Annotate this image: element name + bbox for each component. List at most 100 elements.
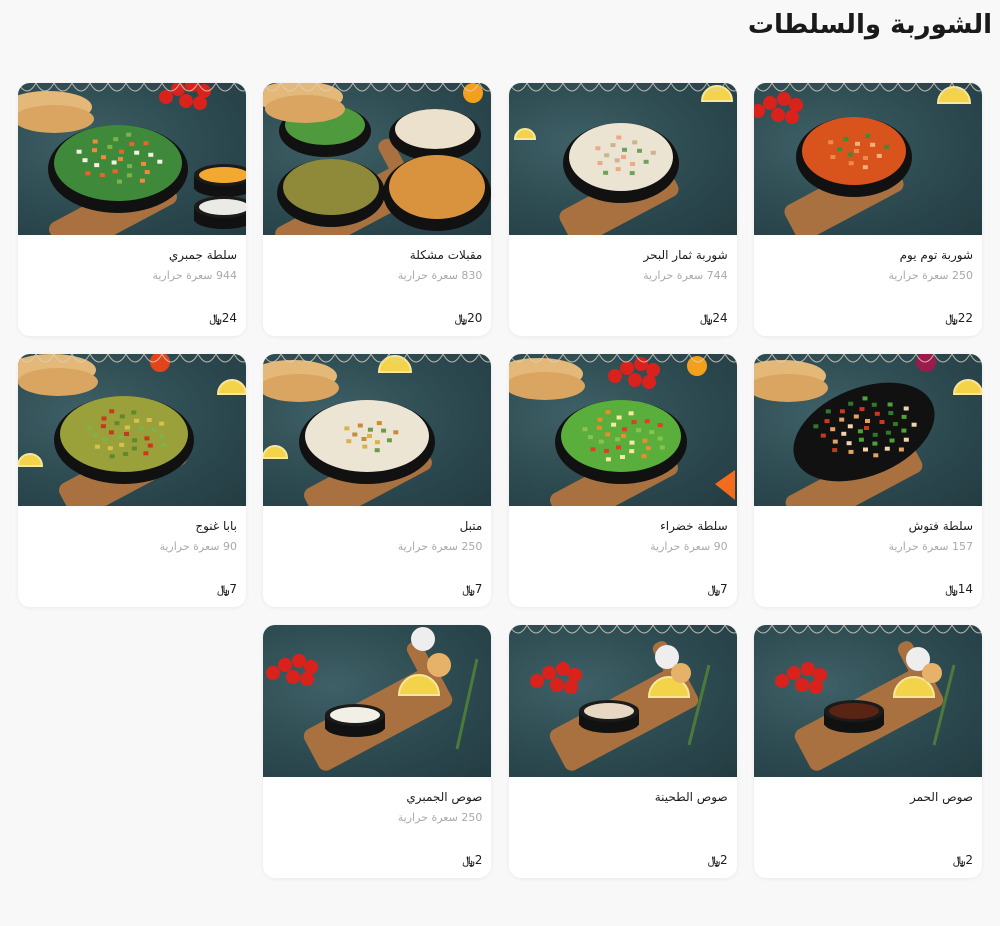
item-name: صوص الحمر (909, 790, 973, 804)
item-calories: 90 سعرة حرارية (27, 540, 237, 554)
mutabal-dish-icon (263, 354, 492, 506)
riyal-currency-icon: ﷼ (462, 583, 475, 596)
price-value: 24 (221, 311, 238, 325)
item-calories: 250 سعرة حرارية (272, 540, 483, 554)
menu-item-card[interactable]: صوص الحمر 2﷼ (754, 625, 982, 878)
dish-photo (754, 354, 982, 506)
dish-photo (754, 83, 982, 235)
price-value: 7 (720, 582, 728, 596)
riyal-currency-icon: ﷼ (953, 854, 966, 867)
mixed-appetizers-dish-icon (263, 83, 492, 235)
price-value: 2 (720, 853, 728, 867)
price-value: 2 (965, 853, 973, 867)
calories-value: 90 (223, 540, 238, 553)
item-price: 7﷼ (459, 582, 483, 597)
calories-unit: سعرة حرارية (888, 540, 949, 553)
item-price: 7﷼ (213, 582, 237, 597)
menu-item-card[interactable]: مقبلات مشكلة 830 سعرة حرارية 20﷼ (263, 83, 492, 336)
menu-item-card[interactable]: سلطة جمبري 944 سعرة حرارية 24﷼ (18, 83, 247, 336)
menu-item-card[interactable]: متبل 250 سعرة حرارية 7﷼ (263, 354, 492, 607)
calories-value: 830 (461, 269, 483, 282)
calories-value: 90 (713, 540, 728, 553)
calories-unit: سعرة حرارية (397, 811, 458, 824)
item-price: 20﷼ (451, 311, 482, 326)
calories-value: 744 (706, 269, 728, 282)
item-price: 24﷼ (206, 311, 237, 326)
item-name: سلطة خضراء (660, 519, 728, 533)
calories-value: 157 (952, 540, 973, 553)
riyal-currency-icon: ﷼ (462, 854, 475, 867)
item-name: بابا غنوج (195, 519, 238, 533)
riyal-currency-icon: ﷼ (700, 312, 713, 325)
dish-photo (263, 83, 492, 235)
section-title: الشوربة والسلطات (747, 10, 992, 40)
fattoush-dish-icon (754, 354, 982, 506)
menu-item-card[interactable]: صوص الطحينة 2﷼ (508, 625, 737, 878)
riyal-currency-icon: ﷼ (707, 583, 721, 596)
seafood-soup-dish-icon (508, 83, 737, 235)
price-value: 20 (467, 311, 483, 325)
calories-value: 250 (952, 269, 973, 282)
tahini-sauce-dish-icon (508, 625, 737, 771)
dish-photo (508, 354, 737, 506)
tom-yum-dish-icon (754, 83, 982, 235)
item-name: متبل (459, 519, 483, 533)
dish-photo (263, 354, 492, 506)
item-name: سلطة فتوش (908, 519, 973, 533)
price-value: 7 (229, 582, 238, 596)
red-sauce-dish-icon (754, 625, 982, 771)
item-calories: 90 سعرة حرارية (518, 540, 728, 554)
riyal-currency-icon: ﷼ (945, 583, 958, 596)
calories-unit: سعرة حرارية (643, 269, 704, 282)
calories-value: 944 (216, 269, 238, 282)
menu-item-card[interactable]: شوربة توم يوم 250 سعرة حرارية 22﷼ (754, 83, 982, 336)
menu-item-card[interactable]: شوربة ثمار البحر 744 سعرة حرارية 24﷼ (508, 83, 737, 336)
item-name: مقبلات مشكلة (409, 248, 483, 262)
item-price: 22﷼ (942, 311, 973, 326)
item-calories: 744 سعرة حرارية (518, 269, 728, 283)
riyal-currency-icon: ﷼ (945, 312, 958, 325)
price-value: 14 (957, 582, 973, 596)
item-price: 24﷼ (696, 311, 727, 326)
item-price: 2﷼ (704, 853, 728, 868)
riyal-currency-icon: ﷼ (454, 312, 468, 325)
baba-ghanoush-dish-icon (18, 354, 247, 506)
menu-grid: شوربة توم يوم 250 سعرة حرارية 22﷼ شوربة ثما… (18, 83, 982, 878)
item-calories: 944 سعرة حرارية (27, 269, 237, 283)
menu-item-card[interactable]: سلطة خضراء 90 سعرة حرارية 7﷼ (508, 354, 737, 607)
item-name: شوربة توم يوم (899, 248, 973, 262)
item-price: 7﷼ (704, 582, 728, 597)
dish-photo (263, 625, 492, 777)
riyal-currency-icon: ﷼ (217, 583, 230, 596)
dish-photo (18, 354, 247, 506)
riyal-currency-icon: ﷼ (209, 312, 222, 325)
calories-value: 250 (461, 811, 483, 824)
item-name: سلطة جمبري (168, 248, 238, 262)
calories-unit: سعرة حرارية (159, 540, 220, 553)
menu-item-card[interactable]: صوص الجمبري 250 سعرة حرارية 2﷼ (263, 625, 492, 878)
price-value: 22 (957, 311, 973, 325)
menu-item-card[interactable]: بابا غنوج 90 سعرة حرارية 7﷼ (18, 354, 247, 607)
shrimp-sauce-dish-icon (266, 627, 479, 771)
item-calories: 250 سعرة حرارية (272, 811, 483, 825)
calories-value: 250 (461, 540, 483, 553)
calories-unit: سعرة حرارية (152, 269, 213, 282)
dish-photo (508, 83, 737, 235)
green-salad-dish-icon (508, 354, 737, 506)
dish-photo (18, 83, 247, 235)
dish-photo (508, 625, 737, 777)
calories-unit: سعرة حرارية (397, 540, 458, 553)
calories-unit: سعرة حرارية (888, 269, 949, 282)
item-calories: 157 سعرة حرارية (763, 540, 973, 554)
item-price: 2﷼ (459, 853, 483, 868)
riyal-currency-icon: ﷼ (707, 854, 721, 867)
item-price: 2﷼ (949, 853, 973, 868)
item-name: صوص الطحينة (654, 790, 728, 804)
menu-item-card[interactable]: سلطة فتوش 157 سعرة حرارية 14﷼ (754, 354, 982, 607)
price-value: 7 (474, 582, 483, 596)
shrimp-salad-dish-icon (18, 83, 247, 235)
calories-unit: سعرة حرارية (650, 540, 711, 553)
item-price: 14﷼ (942, 582, 973, 597)
calories-unit: سعرة حرارية (397, 269, 458, 282)
item-name: صوص الجمبري (406, 790, 483, 804)
